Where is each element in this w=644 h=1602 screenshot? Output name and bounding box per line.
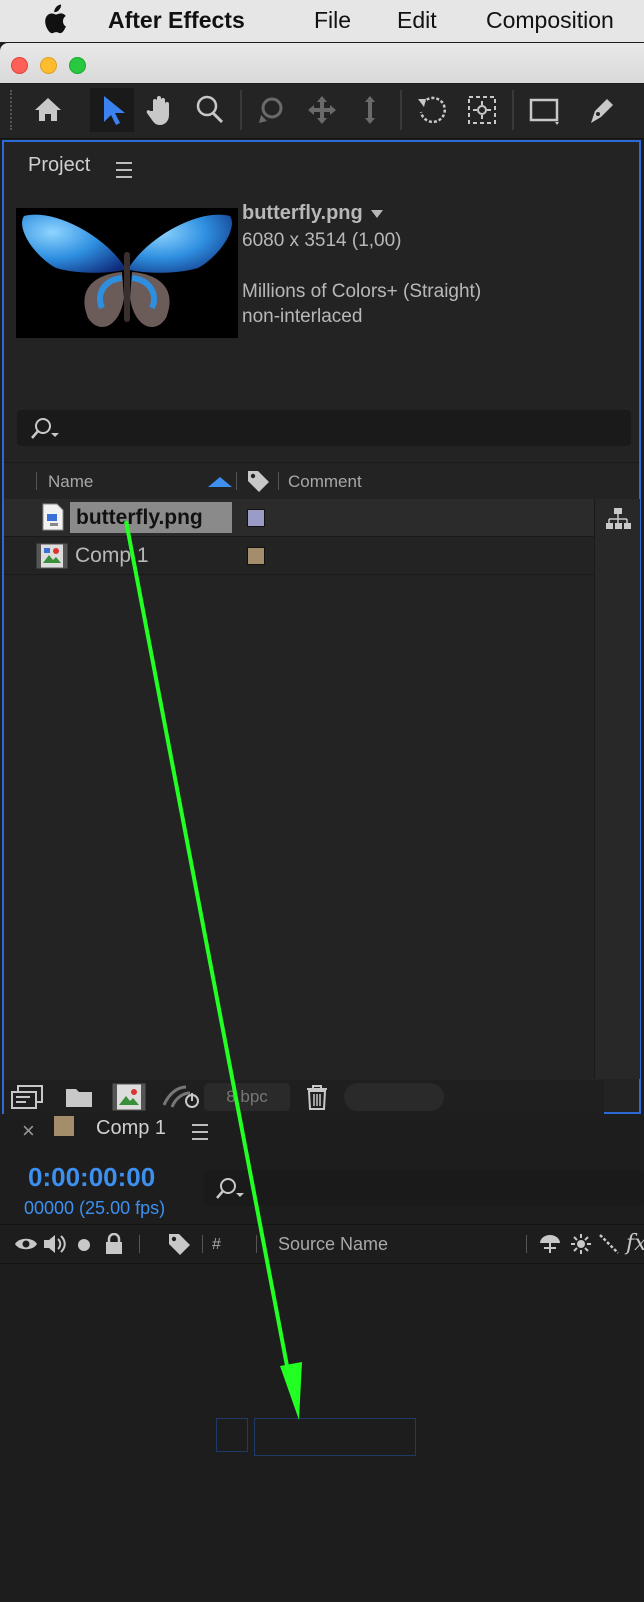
effects-icon[interactable]: fx bbox=[626, 1231, 644, 1256]
project-search-input[interactable] bbox=[17, 410, 631, 446]
new-composition-icon[interactable] bbox=[112, 1083, 146, 1111]
panel-menu-icon[interactable] bbox=[192, 1124, 208, 1140]
drop-target-layer[interactable] bbox=[254, 1418, 416, 1456]
item-name-field[interactable]: butterfly.png bbox=[70, 502, 232, 533]
preview-dimensions: 6080 x 3514 (1,00) bbox=[242, 230, 402, 251]
column-source-name[interactable]: Source Name bbox=[278, 1234, 388, 1255]
trash-icon[interactable] bbox=[304, 1083, 330, 1111]
preview-thumbnail bbox=[16, 208, 238, 338]
toolbar-grip[interactable] bbox=[10, 90, 16, 130]
label-tag-icon[interactable] bbox=[245, 468, 271, 494]
lock-icon[interactable] bbox=[104, 1233, 124, 1255]
close-window-button[interactable] bbox=[11, 57, 28, 74]
frame-count: 00000 (25.00 fps) bbox=[24, 1198, 166, 1218]
item-label-swatch[interactable] bbox=[247, 509, 265, 527]
preview-colors: Millions of Colors+ (Straight) bbox=[242, 281, 482, 302]
label-tag-icon[interactable] bbox=[166, 1231, 192, 1257]
project-item-row[interactable]: Comp 1 bbox=[4, 537, 594, 575]
drop-target-marker bbox=[216, 1418, 248, 1452]
rotation-tool-icon[interactable] bbox=[410, 88, 454, 132]
project-panel: Project butterfly.png 6080 x 3514 (1,00)… bbox=[2, 140, 641, 1114]
menu-composition[interactable]: Composition bbox=[486, 7, 614, 34]
comp-tab-swatch bbox=[54, 1116, 74, 1136]
menu-bar: After Effects File Edit Composition bbox=[0, 0, 644, 42]
composition-icon bbox=[36, 543, 68, 569]
butterfly-image bbox=[22, 214, 232, 328]
tools-toolbar bbox=[0, 84, 644, 139]
panel-menu-icon[interactable] bbox=[116, 162, 132, 178]
toolbar-separator bbox=[512, 90, 514, 130]
timeline-column-header: # Source Name fx bbox=[0, 1224, 644, 1264]
timeline-search-input[interactable] bbox=[204, 1170, 644, 1206]
project-item-row[interactable]: butterfly.png bbox=[4, 499, 594, 537]
thumbnail-transparency-slider[interactable] bbox=[344, 1083, 444, 1111]
search-icon[interactable] bbox=[27, 415, 63, 443]
zoom-tool-icon[interactable] bbox=[188, 88, 232, 132]
flowchart-icon[interactable] bbox=[605, 507, 631, 531]
orbit-camera-icon[interactable] bbox=[250, 88, 294, 132]
item-name[interactable]: Comp 1 bbox=[75, 544, 149, 568]
menu-after-effects[interactable]: After Effects bbox=[108, 7, 245, 34]
home-icon[interactable] bbox=[26, 88, 70, 132]
timeline-panel: × Comp 1 0:00:00:00 00000 (25.00 fps) # … bbox=[0, 1116, 644, 1602]
close-tab-icon[interactable]: × bbox=[22, 1118, 35, 1144]
search-icon[interactable] bbox=[212, 1175, 248, 1203]
item-label-swatch[interactable] bbox=[247, 547, 265, 565]
menu-file[interactable]: File bbox=[314, 7, 351, 34]
menu-edit[interactable]: Edit bbox=[397, 7, 437, 34]
chevron-down-icon[interactable] bbox=[371, 209, 384, 218]
column-number[interactable]: # bbox=[212, 1236, 221, 1254]
zoom-window-button[interactable] bbox=[69, 57, 86, 74]
project-panel-title[interactable]: Project bbox=[28, 154, 90, 177]
hand-tool-icon[interactable] bbox=[138, 88, 182, 132]
window-titlebar bbox=[0, 43, 644, 83]
preview-interlace: non-interlaced bbox=[242, 306, 363, 327]
bit-depth-button[interactable]: 8 bpc bbox=[204, 1083, 290, 1111]
comp-tab-label[interactable]: Comp 1 bbox=[96, 1117, 166, 1140]
toolbar-separator bbox=[240, 90, 242, 130]
interpret-footage-icon[interactable] bbox=[10, 1084, 44, 1110]
collapse-transform-icon[interactable] bbox=[570, 1233, 592, 1255]
solo-icon[interactable] bbox=[78, 1239, 90, 1251]
rectangle-tool-icon[interactable] bbox=[522, 88, 566, 132]
pen-tool-icon[interactable] bbox=[580, 88, 624, 132]
shy-icon[interactable] bbox=[538, 1233, 562, 1255]
preview-filename[interactable]: butterfly.png bbox=[242, 202, 363, 224]
selection-tool-icon[interactable] bbox=[90, 88, 134, 132]
column-comment[interactable]: Comment bbox=[288, 472, 362, 492]
quality-icon[interactable] bbox=[598, 1233, 620, 1255]
column-header: Name Comment bbox=[4, 462, 639, 500]
apple-icon[interactable] bbox=[40, 4, 68, 42]
image-file-icon bbox=[42, 503, 64, 531]
pan-camera-icon[interactable] bbox=[300, 88, 344, 132]
dolly-camera-icon[interactable] bbox=[348, 88, 392, 132]
project-footer: 8 bpc bbox=[4, 1080, 604, 1114]
eye-icon[interactable] bbox=[14, 1235, 38, 1253]
minimize-window-button[interactable] bbox=[40, 57, 57, 74]
new-folder-icon[interactable] bbox=[64, 1084, 94, 1110]
audio-icon[interactable] bbox=[42, 1233, 66, 1255]
flowchart-strip bbox=[594, 499, 640, 1079]
pan-behind-icon[interactable] bbox=[460, 88, 504, 132]
project-settings-icon[interactable] bbox=[162, 1083, 202, 1111]
sort-ascending-icon[interactable] bbox=[208, 477, 232, 487]
column-name[interactable]: Name bbox=[48, 472, 93, 492]
current-timecode[interactable]: 0:00:00:00 bbox=[28, 1162, 155, 1193]
toolbar-separator bbox=[400, 90, 402, 130]
